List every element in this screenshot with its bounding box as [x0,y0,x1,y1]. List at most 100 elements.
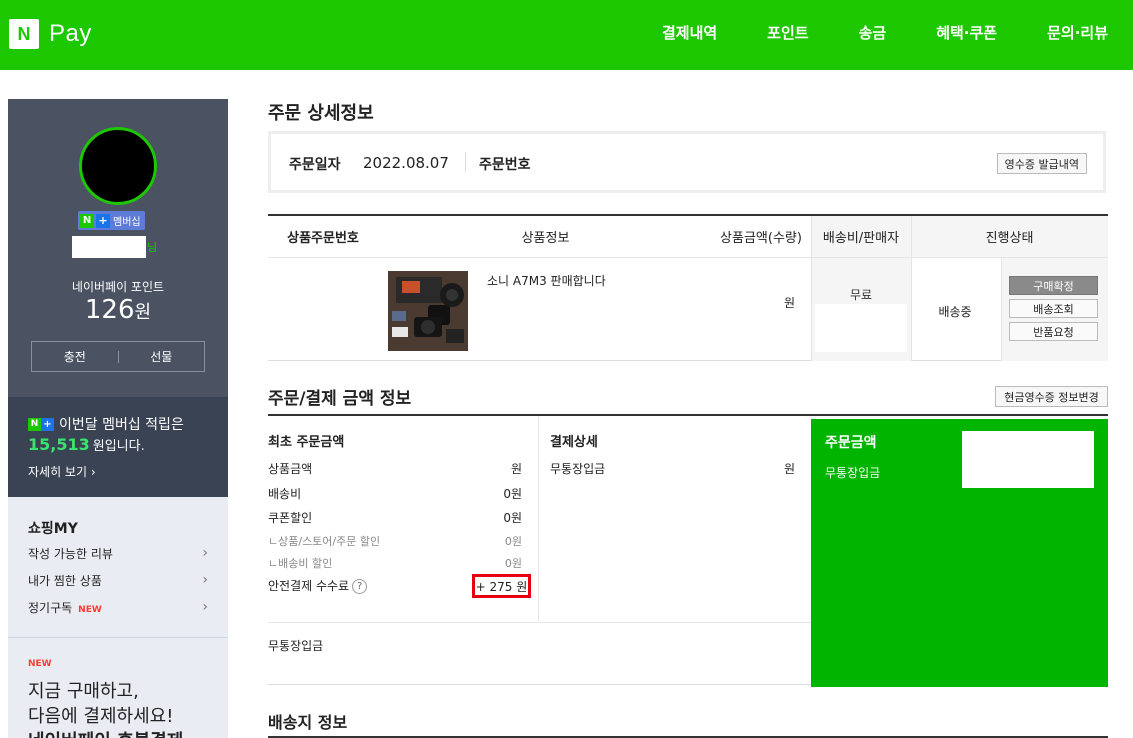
nav-payment-history[interactable]: 결제내역 [662,22,717,43]
chevron-right-icon: › [90,465,96,479]
username-suffix: 님 [147,241,158,254]
naver-pay-logo[interactable]: N Pay [9,19,92,49]
nav-transfer[interactable]: 송금 [859,22,887,43]
logo-text: Pay [49,20,92,47]
row-product-amount-value: 원 [510,462,522,476]
payment-detail-title: 결제상세 [550,435,598,450]
shop-item-label: 정기구독 [28,601,73,615]
membership-promo: N + 이번달 멤버십 적립은 15,513 원입니다. 자세히 보기 › [8,397,228,497]
bnpl-line1: 지금 구매하고, [28,681,139,702]
row-shipping-value: 0원 [503,487,522,501]
shop-item-reviews[interactable]: 작성 가능한 리뷰 › [28,545,208,562]
profile-section: N + 멤버십 님 네이버페이 포인트 126원 충전 선물 [8,99,228,397]
divider [8,637,228,638]
receipt-history-button[interactable]: 영수증 발급내역 [996,153,1087,174]
row-store-discount-value: 0원 [504,535,522,548]
bnpl-line2: 다음에 결제하세요! [28,706,174,727]
product-price: 원 [784,296,796,310]
divider [465,152,466,172]
row-shipping-label: 배송비 [268,487,302,501]
membership-label: 멤버십 [113,217,141,228]
plus-icon: + [96,213,110,228]
camera-product-image [388,271,468,351]
divider [1001,257,1002,361]
promo-more-link[interactable]: 자세히 보기 › [28,463,96,480]
naver-n-icon: N [9,19,39,49]
shop-item-label: 내가 찜한 상품 [28,574,102,588]
product-image[interactable] [388,271,468,351]
point-actions: 충전 선물 [31,341,205,372]
product-table: 상품주문번호 상품정보 상품금액(수량) 배송비/판매자 진행상태 소니 A7M… [268,214,1108,361]
col-shipping-seller: 배송비/판매자 [822,231,900,246]
return-request-button[interactable]: 반품요청 [1009,322,1098,341]
row-shipping-discount-label: ㄴ배송비 할인 [268,557,333,570]
new-badge: NEW [28,659,52,669]
divider [538,416,539,621]
order-amount-redacted [962,431,1094,488]
product-name-link[interactable]: 소니 A7M3 판매합니다 [487,272,606,289]
chevron-right-icon: › [202,599,208,615]
promo-more-label: 자세히 보기 [28,465,88,479]
order-date-value: 2022.08.07 [363,154,449,172]
nav-benefits-coupons[interactable]: 혜택·쿠폰 [936,22,997,43]
promo-amount: 15,513 [28,435,90,454]
bnpl-promo[interactable]: 지금 구매하고, 다음에 결제하세요! 네이버페이 후불결제 [28,679,183,738]
chevron-right-icon: › [202,545,208,561]
row-coupon-value: 0원 [503,511,522,525]
initial-amount-title: 최초 주문금액 [268,435,345,450]
order-status: 배송중 [938,305,972,319]
help-icon[interactable]: ? [352,579,368,594]
nav-points[interactable]: 포인트 [767,22,808,43]
order-amount-title: 주문금액 [825,435,877,451]
divider [268,622,811,623]
col-status: 진행상태 [985,231,1034,246]
charge-button[interactable]: 충전 [32,348,118,365]
promo-line2: 15,513 원입니다. [28,435,145,454]
promo-line1: N + 이번달 멤버십 적립은 [28,414,184,434]
membership-badge[interactable]: N + 멤버십 [78,211,145,230]
payment-section-title: 주문/결제 금액 정보 [268,389,412,409]
row-product-amount-label: 상품금액 [268,462,313,476]
row-store-discount-label: ㄴ상품/스토어/주문 할인 [268,535,381,548]
shipping-info-title: 배송지 정보 [268,713,348,732]
col-product-order-number: 상품주문번호 [287,231,359,246]
chevron-right-icon: › [202,572,208,588]
naver-n-icon: N [80,213,94,228]
payment-method-value: 원 [784,462,796,476]
fee-label: 안전결제 수수료 [268,579,350,593]
page-title: 주문 상세정보 [268,103,374,124]
payment-method-label: 무통장입금 [550,462,606,476]
row-shipping-discount-value: 0원 [504,557,522,570]
shop-item-label: 작성 가능한 리뷰 [28,547,113,561]
shopping-my-title: 쇼핑MY [28,521,78,537]
order-summary-box: 주문일자 2022.08.07 주문번호 영수증 발급내역 [268,131,1106,193]
nav-inquiry-review[interactable]: 문의·리뷰 [1047,22,1108,43]
header-divider [268,257,1108,258]
promo-suffix: 원입니다. [92,439,145,454]
confirm-purchase-button[interactable]: 구매확정 [1009,276,1098,295]
order-number-label: 주문번호 [479,157,531,173]
row-safe-payment-fee: 안전결제 수수료? [268,577,368,594]
gift-button[interactable]: 선물 [119,348,205,365]
shipping-fee: 무료 [849,288,873,302]
shop-item-wishlist[interactable]: 내가 찜한 상품 › [28,572,208,589]
cash-receipt-change-button[interactable]: 현금영수증 정보변경 [995,386,1108,407]
bnpl-line3: 네이버페이 후불결제 [28,729,183,738]
point-balance[interactable]: 126원 [8,295,228,325]
seller-info-redacted [815,304,907,352]
shop-item-subscription[interactable]: 정기구독 NEW › [28,599,208,616]
track-delivery-button[interactable]: 배송조회 [1009,299,1098,318]
username-redacted [72,236,146,258]
bottom-payment-method: 무통장입금 [268,639,324,653]
point-label: 네이버페이 포인트 [71,280,165,294]
top-navigation-bar: N Pay 결제내역 포인트 송금 혜택·쿠폰 문의·리뷰 [0,0,1133,70]
col-product-price: 상품금액(수량) [720,231,802,246]
point-unit: 원 [134,302,152,323]
payment-info-area: 최초 주문금액 상품금액 원 배송비 0원 쿠폰할인 0원 ㄴ상품/스토어/주문… [268,414,1108,687]
order-amount-panel: 주문금액 무통장입금 [811,419,1108,687]
col-product-info: 상품정보 [521,231,570,246]
main-nav: 결제내역 포인트 송금 혜택·쿠폰 문의·리뷰 [612,22,1108,43]
avatar[interactable] [79,127,157,205]
order-date-label: 주문일자 [289,157,341,173]
promo-text: 이번달 멤버십 적립은 [59,417,184,433]
